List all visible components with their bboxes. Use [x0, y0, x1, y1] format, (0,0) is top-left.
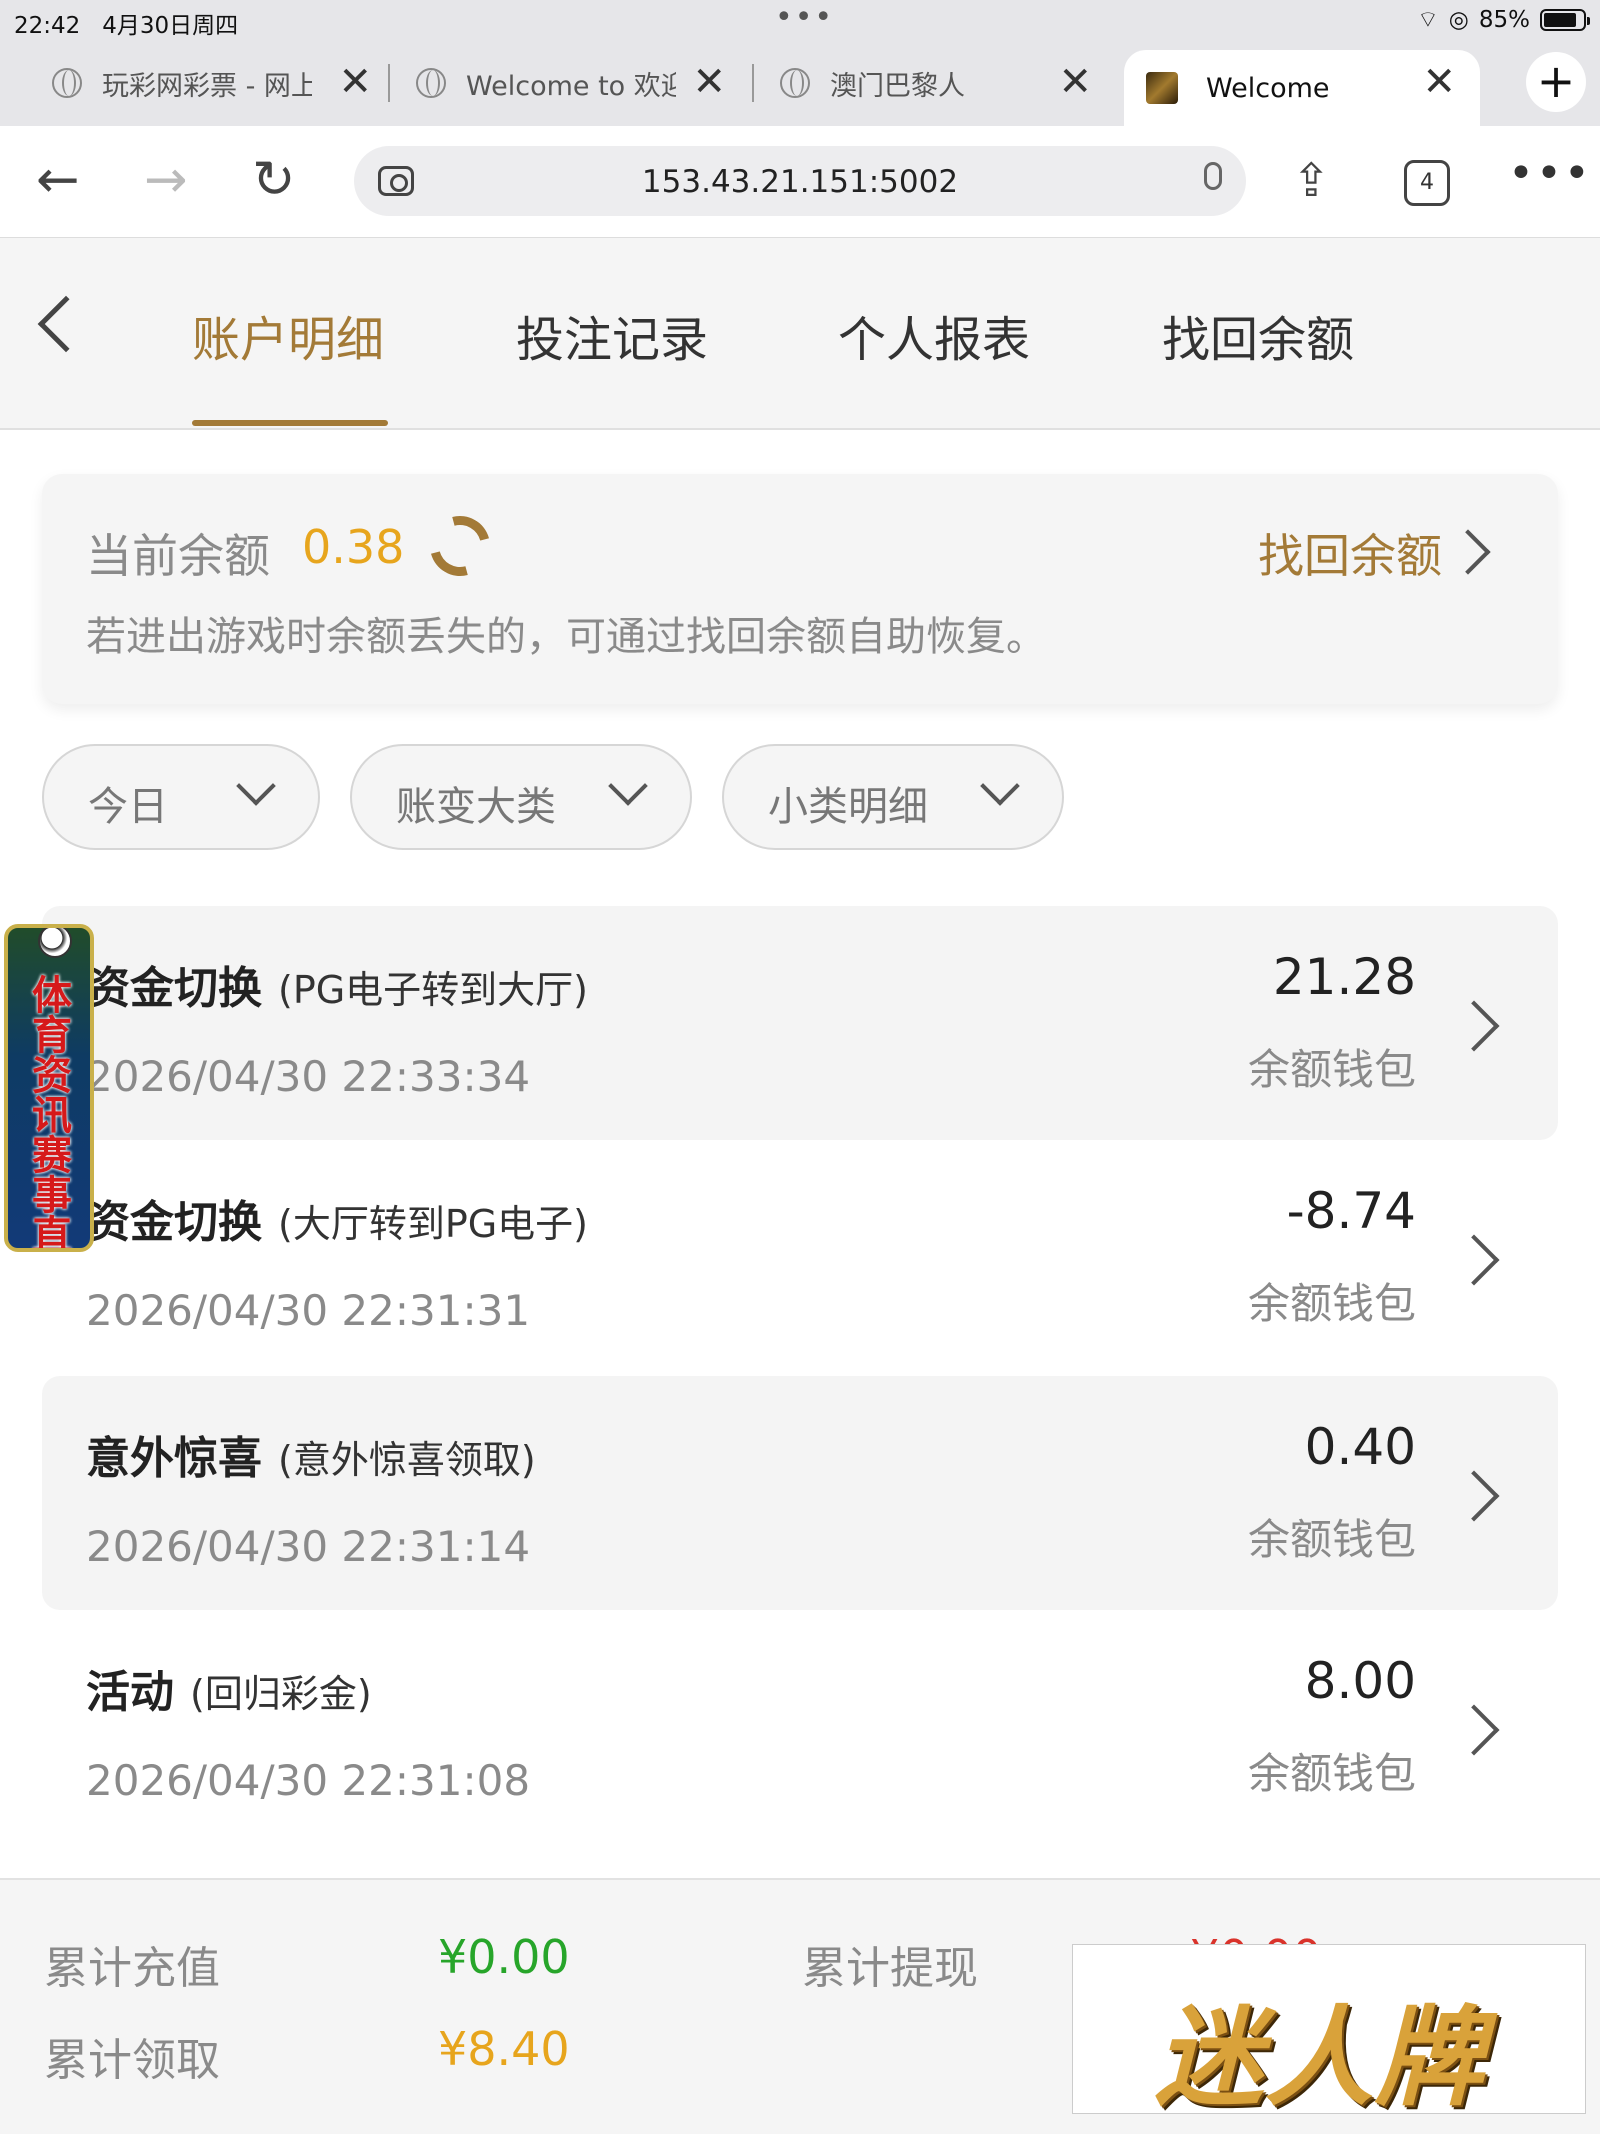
chevron-right-icon: [1448, 1470, 1500, 1522]
record-amount: 8.00: [1304, 1652, 1416, 1710]
address-bar[interactable]: 153.43.21.151:5002: [354, 146, 1246, 216]
tab-count-button[interactable]: 4: [1404, 160, 1450, 206]
reload-icon[interactable]: ↻: [252, 150, 296, 210]
brand-ad-text: 迷人牌: [1155, 1996, 1486, 2121]
record-wallet: 余额钱包: [1247, 1749, 1416, 1798]
chevron-down-icon: [236, 766, 276, 806]
wifi-icon: ⌔: [1417, 7, 1439, 33]
microphone-icon[interactable]: [1204, 162, 1222, 190]
tab-title: Welcome to 欢迎: [466, 70, 676, 102]
recharge-label: 累计充值: [44, 1943, 220, 1994]
tab-divider: [752, 64, 754, 102]
tab-title: Welcome: [1206, 72, 1330, 104]
chevron-down-icon: [608, 766, 648, 806]
tab-personal-report[interactable]: 个人报表: [838, 300, 1030, 370]
category-filter[interactable]: 账变大类: [350, 744, 692, 850]
record-item[interactable]: 活动 (回归彩金) 2026/04/30 22:31:08 8.00 余额钱包: [42, 1610, 1558, 1844]
sports-news-ad[interactable]: 体育资讯赛事直播: [4, 924, 94, 1252]
recharge-value: ¥0.00: [438, 1930, 570, 1984]
balance-label: 当前余额: [86, 529, 270, 583]
tab-account-details[interactable]: 账户明细: [192, 300, 384, 370]
multitask-dots-icon[interactable]: •••: [775, 0, 834, 35]
record-wallet: 余额钱包: [1247, 1279, 1416, 1328]
status-time: 22:42 4月30日周四: [14, 13, 239, 39]
back-icon[interactable]: ←: [36, 150, 80, 210]
tab-title: 玩彩网彩票 - 网上: [102, 70, 312, 102]
claimed-label: 累计领取: [44, 2035, 220, 2086]
balance-value: 0.38: [302, 520, 405, 574]
record-title: 意外惊喜 (意外惊喜领取): [86, 1433, 536, 1484]
record-time: 2026/04/30 22:33:34: [86, 1052, 531, 1101]
refresh-icon[interactable]: [419, 505, 501, 587]
chevron-right-icon: [1448, 1000, 1500, 1052]
chevron-right-icon: [1448, 1234, 1500, 1286]
record-title: 资金切换 (大厅转到PG电子): [86, 1197, 589, 1248]
balance-card: 当前余额 0.38 找回余额 若进出游戏时余额丢失的，可通过找回余额自助恢复。: [42, 474, 1558, 704]
filter-label: 小类明细: [768, 784, 928, 830]
globe-icon: [416, 68, 446, 98]
close-tab-icon[interactable]: ✕: [1058, 62, 1092, 102]
tab-title: 澳门巴黎人: [830, 70, 965, 102]
site-favicon: [1146, 72, 1178, 104]
page-tab-bar: 账户明细 投注记录 个人报表 找回余额: [0, 238, 1600, 430]
withdraw-label: 累计提现: [802, 1943, 978, 1994]
status-icons: ⌔ ◎ 85%: [1417, 5, 1590, 34]
back-arrow-icon[interactable]: [37, 295, 95, 353]
filter-label: 账变大类: [396, 784, 556, 830]
browser-tab[interactable]: 澳门巴黎人 ✕: [780, 50, 1092, 116]
balance-hint: 若进出游戏时余额丢失的，可通过找回余额自助恢复。: [86, 614, 1046, 660]
record-subtitle: (回归彩金): [190, 1672, 372, 1716]
forward-icon[interactable]: →: [144, 150, 188, 210]
url-text: 153.43.21.151:5002: [641, 164, 959, 200]
browser-tab[interactable]: 玩彩网彩票 - 网上 ✕: [52, 50, 372, 116]
close-tab-icon[interactable]: ✕: [338, 62, 372, 102]
record-subtitle: (PG电子转到大厅): [278, 968, 589, 1012]
browser-nav-bar: ← → ↻ 153.43.21.151:5002 ⇪ 4 •••: [0, 126, 1600, 238]
globe-icon: [52, 68, 82, 98]
record-time: 2026/04/30 22:31:08: [86, 1756, 531, 1805]
rotation-lock-icon: ◎: [1448, 6, 1469, 33]
record-amount: -8.74: [1286, 1182, 1416, 1240]
close-tab-icon[interactable]: ✕: [692, 62, 726, 102]
battery-percent: 85%: [1478, 6, 1530, 33]
subcategory-filter[interactable]: 小类明细: [722, 744, 1064, 850]
record-wallet: 余额钱包: [1247, 1515, 1416, 1564]
chevron-right-icon[interactable]: [1445, 529, 1491, 575]
record-title: 资金切换 (PG电子转到大厅): [86, 963, 589, 1014]
record-wallet: 余额钱包: [1247, 1045, 1416, 1094]
browser-tab-active[interactable]: Welcome ✕: [1124, 50, 1480, 126]
close-tab-icon[interactable]: ✕: [1422, 62, 1456, 102]
record-time: 2026/04/30 22:31:14: [86, 1522, 531, 1571]
globe-icon: [780, 68, 810, 98]
battery-icon: [1540, 8, 1590, 31]
tab-divider: [388, 64, 390, 102]
record-amount: 0.40: [1304, 1418, 1416, 1476]
new-tab-button[interactable]: +: [1526, 52, 1586, 112]
record-item[interactable]: 资金切换 (大厅转到PG电子) 2026/04/30 22:31:31 -8.74…: [42, 1140, 1558, 1374]
date-filter[interactable]: 今日: [42, 744, 320, 850]
recover-balance-link[interactable]: 找回余额: [1258, 520, 1442, 586]
tab-recover-balance[interactable]: 找回余额: [1162, 300, 1354, 370]
soccer-ball-icon: [38, 928, 72, 958]
record-title: 活动 (回归彩金): [86, 1667, 372, 1718]
record-subtitle: (意外惊喜领取): [278, 1438, 536, 1482]
filter-label: 今日: [88, 784, 168, 830]
chevron-right-icon: [1448, 1704, 1500, 1756]
record-time: 2026/04/30 22:31:31: [86, 1286, 531, 1335]
record-item[interactable]: 资金切换 (PG电子转到大厅) 2026/04/30 22:33:34 21.28…: [42, 906, 1558, 1140]
sports-ad-text: 体育资讯赛事直播: [32, 973, 72, 1252]
brand-ad-banner[interactable]: 迷人牌: [1072, 1944, 1586, 2121]
claimed-value: ¥8.40: [438, 2022, 570, 2076]
browser-tab[interactable]: Welcome to 欢迎 ✕: [416, 50, 726, 116]
more-menu-icon[interactable]: •••: [1508, 148, 1592, 199]
chevron-down-icon: [980, 766, 1020, 806]
record-amount: 21.28: [1272, 948, 1416, 1006]
browser-tab-bar: 玩彩网彩票 - 网上 ✕ Welcome to 欢迎 ✕ 澳门巴黎人 ✕ Wel…: [0, 40, 1600, 126]
status-bar: 22:42 4月30日周四 ••• ⌔ ◎ 85%: [0, 0, 1600, 40]
tab-bet-records[interactable]: 投注记录: [516, 300, 708, 370]
record-item[interactable]: 意外惊喜 (意外惊喜领取) 2026/04/30 22:31:14 0.40 余额…: [42, 1376, 1558, 1610]
share-icon[interactable]: ⇪: [1292, 150, 1331, 210]
active-tab-indicator: [192, 420, 388, 426]
record-subtitle: (大厅转到PG电子): [278, 1202, 589, 1246]
